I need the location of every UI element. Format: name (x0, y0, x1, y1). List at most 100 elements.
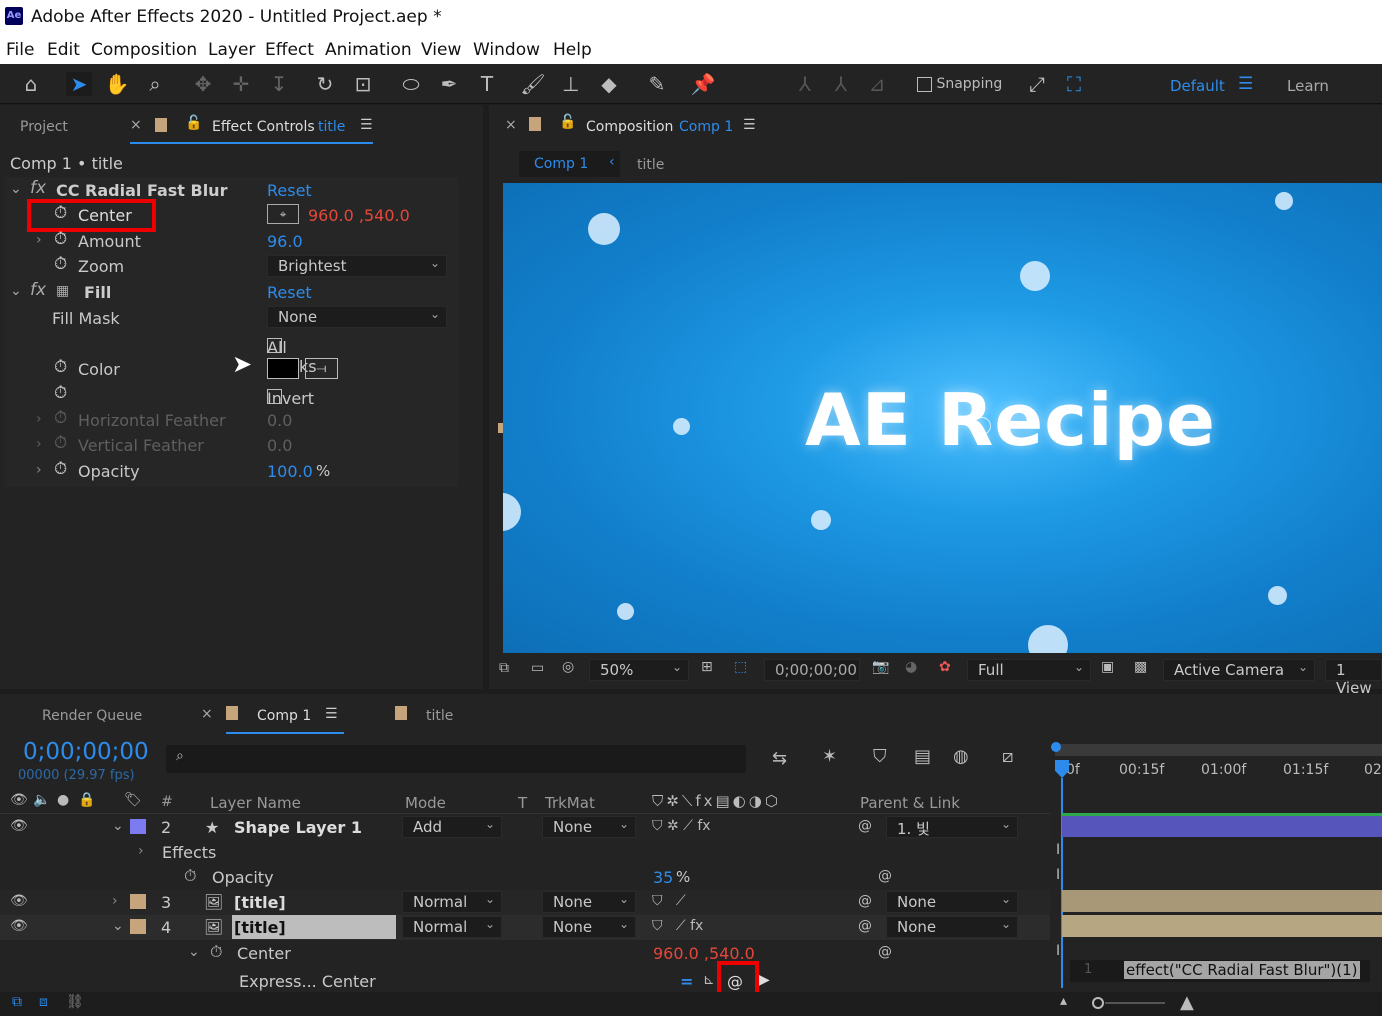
audio-icon[interactable]: 🔈 (33, 792, 50, 808)
graph-icon[interactable]: ⊾ (703, 972, 715, 988)
layer-switches-toggle-icon[interactable]: ⧉ (12, 994, 22, 1010)
stopwatch-icon[interactable]: ⏱ (54, 254, 67, 274)
chevron-right-icon[interactable]: › (36, 232, 42, 248)
menu-edit[interactable]: Edit (47, 40, 80, 60)
layer-bar-3[interactable] (1062, 890, 1382, 912)
menu-view[interactable]: View (421, 40, 461, 60)
expression-language-menu-icon[interactable]: ▶ (759, 972, 770, 988)
rotate-tool-icon[interactable]: ↻ (312, 72, 338, 96)
effect-fill[interactable]: ⌄ fx ▦ Fill Reset (0, 280, 480, 305)
always-preview-icon[interactable]: ⧉ (499, 660, 509, 676)
layer-bar-2[interactable] (1062, 815, 1382, 837)
resolution-dropdown[interactable]: Full ⌄ (967, 659, 1091, 681)
tab-comp-1[interactable]: Comp 1 (257, 708, 311, 724)
pan-camera-icon[interactable]: ✛ (228, 72, 254, 96)
parent-dropdown[interactable]: None ⌄ (886, 891, 1018, 913)
orbit-camera-icon[interactable]: ✥ (190, 72, 216, 96)
breadcrumb-comp[interactable]: Comp 1 ‹ (519, 151, 620, 177)
expression-editor[interactable]: 1 effect("CC Radial Fast Blur")(1) (1070, 960, 1370, 982)
tab-project[interactable]: Project (20, 119, 68, 135)
tab-title[interactable]: title (426, 708, 453, 724)
menu-layer[interactable]: Layer (208, 40, 255, 60)
ellipse-tool-icon[interactable]: ⬭ (398, 72, 424, 96)
monitor-icon[interactable]: ▭ (531, 660, 544, 676)
menu-composition[interactable]: Composition (91, 40, 197, 60)
anchor-point-icon[interactable] (973, 417, 991, 435)
label-color-swatch[interactable] (130, 819, 146, 834)
local-axis-icon[interactable]: ⅄ (792, 72, 818, 96)
selection-tool-icon[interactable]: ➤ (66, 72, 92, 96)
layer-name[interactable]: [title] (234, 918, 286, 937)
menu-animation[interactable]: Animation (325, 40, 412, 60)
layer-name[interactable]: Shape Layer 1 (234, 818, 362, 837)
snapping-checkbox[interactable]: Snapping (917, 76, 1002, 92)
menu-window[interactable]: Window (473, 40, 540, 60)
breadcrumb-layer[interactable]: title (637, 157, 664, 173)
world-axis-icon[interactable]: ⅄ (828, 72, 854, 96)
switches-icons[interactable]: ⛉ ✲ ⟋ fx (652, 818, 711, 834)
show-snapshot-icon[interactable]: ◕ (905, 659, 917, 675)
panel-menu-icon[interactable]: ☰ (360, 117, 373, 133)
workspace-menu-icon[interactable]: ☰ (1238, 74, 1253, 94)
stopwatch-icon[interactable]: ⏱ (54, 459, 67, 479)
stopwatch-icon[interactable]: ⏱ (184, 866, 196, 886)
composition-viewer[interactable]: AE Recipe (503, 183, 1382, 653)
view-layout-dropdown[interactable]: 1 View (1325, 659, 1382, 697)
chevron-down-icon[interactable]: ⌄ (10, 181, 22, 197)
workspace-default[interactable]: Default (1170, 77, 1225, 95)
zoom-out-icon[interactable]: ▴ (1060, 993, 1067, 1009)
fast-previews-icon[interactable]: ▣ (1101, 659, 1114, 675)
amount-value[interactable]: 96.0 (267, 232, 303, 251)
chevron-right-icon[interactable]: › (36, 436, 42, 452)
chevron-down-icon[interactable]: ⌄ (112, 818, 124, 834)
stopwatch-icon[interactable]: ⏱ (54, 229, 67, 249)
brush-tool-icon[interactable]: 🖌 (520, 72, 546, 96)
eye-icon[interactable]: 👁 (10, 792, 28, 808)
roto-brush-icon[interactable]: ✎ (644, 72, 670, 96)
column-layer-name[interactable]: Layer Name (210, 794, 301, 812)
solo-icon[interactable]: ● (57, 792, 69, 808)
eye-icon[interactable]: 👁 (10, 918, 28, 934)
expression-row[interactable]: Express... Center = ⊾ @ ▶ (0, 961, 1050, 997)
stopwatch-icon[interactable]: ⏱ (210, 942, 222, 962)
panel-menu-icon[interactable]: ☰ (325, 706, 338, 722)
effect-controls-layer-name[interactable]: title (318, 119, 345, 135)
mode-dropdown[interactable]: Add ⌄ (402, 816, 502, 838)
home-icon[interactable]: ⌂ (18, 72, 44, 96)
close-icon[interactable]: × (505, 117, 517, 133)
zoom-in-icon[interactable]: ▲ (1180, 992, 1194, 1013)
work-area-start-handle[interactable] (1051, 742, 1061, 752)
reset-button[interactable]: Reset (267, 181, 312, 200)
draft-3d-icon[interactable]: ✶ (822, 746, 837, 767)
fx-icon[interactable]: fx (30, 280, 46, 300)
frame-blending-icon[interactable]: ▤ (914, 746, 931, 767)
menu-effect[interactable]: Effect (265, 40, 314, 60)
close-icon[interactable]: × (201, 706, 213, 722)
label-color-swatch[interactable] (130, 894, 146, 909)
composition-mini-flowchart-icon[interactable]: ⇆ (772, 748, 787, 769)
composition-name[interactable]: Comp 1 (679, 119, 733, 135)
trkmat-dropdown[interactable]: None ⌄ (542, 891, 636, 913)
view-axis-icon[interactable]: ⊿ (864, 72, 890, 96)
current-timecode[interactable]: 0;00;00;00 (23, 739, 149, 765)
grid-icon[interactable]: ⊞ (701, 659, 713, 675)
type-tool-icon[interactable]: T (474, 72, 500, 96)
lock-icon[interactable]: 🔓 (559, 114, 576, 130)
pan-behind-tool-icon[interactable]: ⊡ (350, 72, 376, 96)
opacity-value[interactable]: 100.0 (267, 462, 313, 481)
eyedropper-icon[interactable]: ⟞ (305, 358, 338, 379)
current-time-field[interactable]: 0;00;00;00 (764, 659, 860, 681)
stopwatch-icon[interactable]: ⏱ (54, 433, 67, 453)
work-area-bar[interactable] (1055, 744, 1382, 756)
workspace-learn[interactable]: Learn (1287, 77, 1329, 95)
mask-visibility-icon[interactable]: ◎ (562, 659, 574, 675)
pickwhip-icon[interactable]: @ (858, 893, 872, 909)
opacity-property-row[interactable]: ⏱ Opacity 35 % @ (0, 865, 1050, 890)
motion-blur-icon[interactable]: ◍ (953, 746, 969, 767)
label-color-swatch[interactable] (130, 919, 146, 934)
expression-pickwhip-icon[interactable]: @ (727, 972, 743, 991)
parent-dropdown[interactable]: None ⌄ (886, 916, 1018, 938)
pickwhip-icon[interactable]: @ (858, 918, 872, 934)
pickwhip-icon[interactable]: @ (858, 818, 872, 834)
tab-effect-controls[interactable]: Effect Controls (212, 119, 315, 135)
